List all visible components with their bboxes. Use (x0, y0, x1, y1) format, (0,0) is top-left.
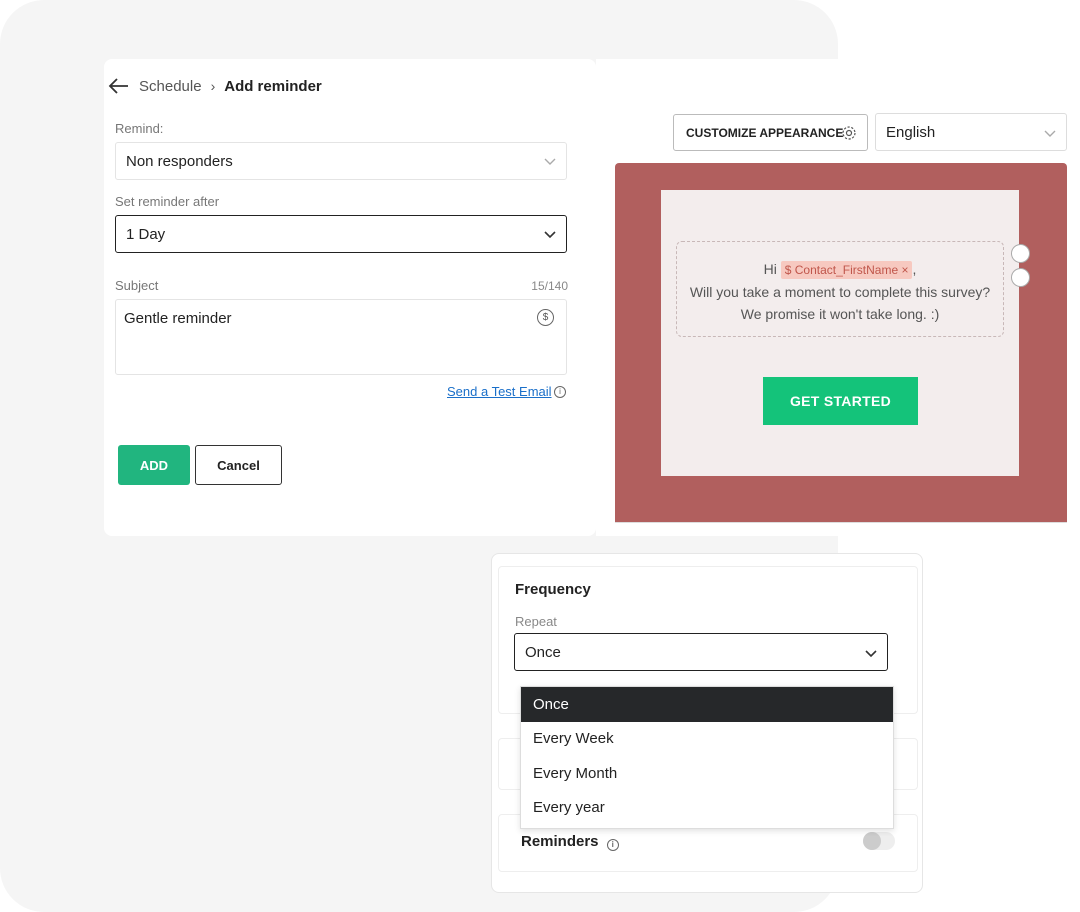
remind-label: Remind: (115, 121, 164, 136)
breadcrumb-current: Add reminder (224, 77, 322, 95)
language-value: English (886, 123, 936, 141)
subject-label: Subject (115, 278, 159, 293)
subject-input[interactable]: Gentle reminder $ (115, 299, 567, 375)
reminder-after-value: 1 Day (126, 225, 166, 243)
tag-text: $ Contact_FirstName (784, 263, 899, 277)
breadcrumb-schedule[interactable]: Schedule (139, 78, 202, 95)
info-icon[interactable]: i (606, 839, 619, 851)
repeat-label: Repeat (515, 614, 557, 629)
breadcrumb-chevron-icon: › (210, 78, 216, 94)
reminders-title: Reminders i (521, 833, 619, 851)
repeat-dropdown-menu: Once Every Week Every Month Every year (520, 686, 894, 829)
greeting-comma: , (912, 261, 917, 277)
reminders-toggle[interactable] (863, 832, 895, 850)
greeting-line: Hi $ Contact_FirstName ×, (677, 258, 1003, 281)
chevron-down-icon (544, 158, 556, 165)
remind-select[interactable]: Non responders (115, 142, 567, 180)
option-once[interactable]: Once (521, 687, 893, 722)
get-started-button[interactable]: GET STARTED (763, 377, 918, 425)
tag-remove-icon[interactable]: × (901, 263, 908, 277)
dollar-icon[interactable]: $ (537, 309, 554, 326)
add-reminder-form: Schedule › Add reminder Remind: Non resp… (104, 59, 596, 536)
toggle-knob (863, 832, 881, 850)
preview-footer (615, 522, 1067, 536)
email-body: Hi $ Contact_FirstName ×, Will you take … (661, 190, 1019, 476)
chevron-down-icon (865, 650, 877, 658)
back-arrow-icon[interactable] (108, 77, 130, 95)
contact-firstname-tag[interactable]: $ Contact_FirstName × (780, 261, 913, 279)
breadcrumb: Schedule › Add reminder (108, 77, 322, 95)
email-message[interactable]: Hi $ Contact_FirstName ×, Will you take … (676, 241, 1004, 337)
option-every-month[interactable]: Every Month (521, 756, 893, 791)
greeting-text: Hi (763, 261, 777, 277)
subject-counter: 15/140 (531, 279, 568, 293)
send-test-email-link[interactable]: Send a Test Email (447, 384, 552, 399)
repeat-value: Once (525, 643, 561, 661)
gear-icon (842, 126, 856, 140)
chevron-down-icon (544, 231, 556, 239)
cancel-button[interactable]: Cancel (195, 445, 282, 485)
chevron-down-icon (1044, 130, 1056, 137)
info-icon[interactable]: i (554, 386, 566, 398)
customize-appearance-button[interactable]: CUSTOMIZE APPEARANCE (673, 114, 868, 151)
remind-value: Non responders (126, 152, 233, 170)
dollar-circle-icon[interactable] (1011, 268, 1030, 287)
message-line-2: Will you take a moment to complete this … (689, 284, 991, 300)
emoji-icon[interactable] (1011, 244, 1030, 263)
repeat-select[interactable]: Once (514, 633, 888, 671)
add-button[interactable]: ADD (118, 445, 190, 485)
email-preview: Hi $ Contact_FirstName ×, Will you take … (615, 163, 1067, 536)
language-select[interactable]: English (875, 113, 1067, 151)
reminder-after-select[interactable]: 1 Day (115, 215, 567, 253)
subject-value: Gentle reminder (124, 310, 232, 327)
reminder-after-label: Set reminder after (115, 194, 220, 209)
reminders-label: Reminders (521, 833, 599, 850)
preview-panel: CUSTOMIZE APPEARANCE English Hi $ Contac… (596, 59, 1080, 536)
message-line-3: We promise it won't take long. :) (740, 306, 940, 322)
option-every-week[interactable]: Every Week (521, 722, 893, 757)
frequency-title: Frequency (515, 581, 591, 598)
customize-appearance-label: CUSTOMIZE APPEARANCE (686, 125, 844, 140)
option-every-year[interactable]: Every year (521, 791, 893, 826)
